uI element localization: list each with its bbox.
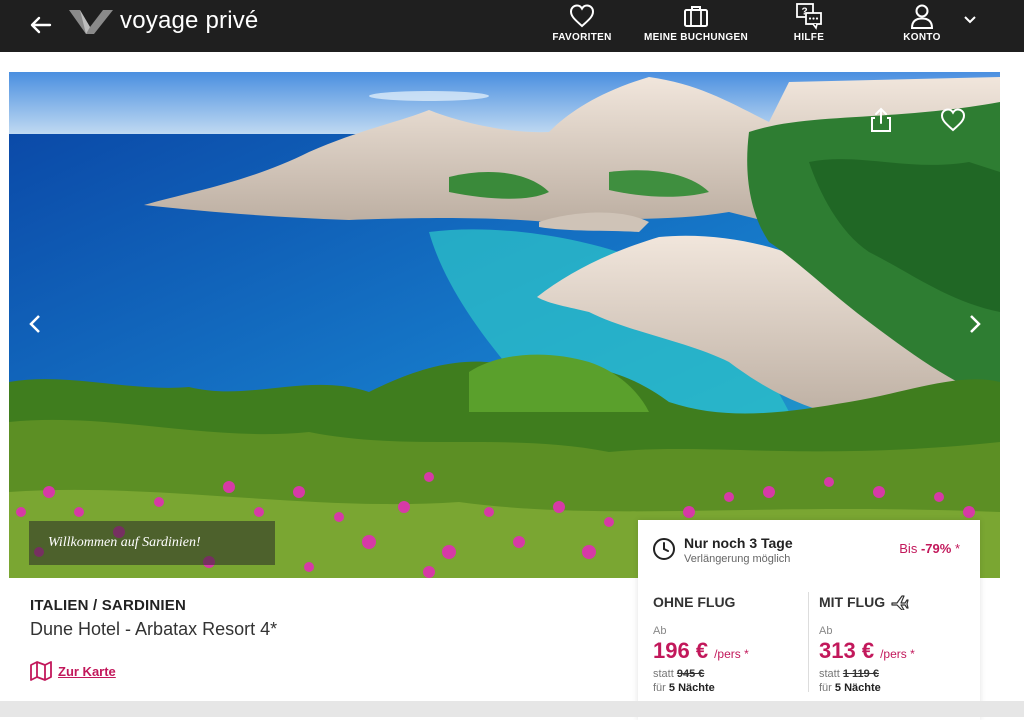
back-arrow-icon[interactable] — [28, 12, 54, 38]
price: 313 € — [819, 638, 875, 663]
for-label: für — [819, 682, 832, 694]
discount-suffix: * — [954, 541, 960, 556]
nights-count: 5 Nächte — [834, 682, 881, 694]
heart-icon — [940, 108, 966, 132]
nights-count: 5 Nächte — [668, 682, 715, 694]
chevron-down-icon[interactable] — [962, 12, 978, 28]
help-chat-icon: ? — [796, 3, 822, 30]
per-person: /pers * — [714, 647, 749, 661]
nav-konto[interactable]: KONTO — [894, 0, 950, 52]
map-link-label[interactable]: Zur Karte — [58, 664, 116, 679]
map-icon — [30, 661, 52, 681]
per-person: /pers * — [880, 647, 915, 661]
caption-text: Willkommen auf Sardinien! — [48, 535, 201, 550]
voyage-prive-logo[interactable]: voyage privé — [68, 7, 258, 35]
logo-text: voyage privé — [120, 7, 259, 34]
chevron-left-icon — [29, 315, 40, 333]
extension-note: Verlängerung möglich — [684, 553, 791, 565]
share-button[interactable] — [861, 100, 901, 140]
chevron-right-icon — [970, 315, 981, 333]
page-bottom-strip — [0, 701, 1024, 717]
option-with-flight[interactable]: MIT FLUG Ab 313 € /pers * statt 1 119 € … — [819, 594, 915, 694]
option-without-flight[interactable]: OHNE FLUG Ab 196 € /pers * statt 945 € f… — [653, 594, 749, 694]
discount-value: -79% — [920, 541, 952, 556]
top-navigation-bar: voyage privé FAVORITEN MEINE BUCHUNGEN ?… — [0, 0, 1024, 52]
original-price: statt 945 € — [653, 668, 749, 680]
option-title: MIT FLUG — [819, 594, 886, 610]
discount-prefix: Bis — [899, 541, 918, 556]
instead-price: 1 119 € — [842, 668, 879, 680]
nav-label: MEINE BUCHUNGEN — [644, 32, 748, 43]
nav-meine-buchungen[interactable]: MEINE BUCHUNGEN — [642, 0, 750, 52]
discount-badge: Bis -79% * — [899, 541, 960, 556]
user-icon — [910, 4, 934, 29]
column-divider — [808, 592, 809, 692]
map-link[interactable]: Zur Karte — [30, 661, 116, 681]
nav-favoriten[interactable]: FAVORITEN — [548, 0, 616, 52]
plane-icon — [891, 595, 909, 610]
from-label: Ab — [653, 625, 667, 637]
nav-label: HILFE — [793, 32, 825, 43]
for-label: für — [653, 682, 666, 694]
option-title-row: MIT FLUG — [819, 594, 915, 610]
carousel-next-button[interactable] — [955, 304, 995, 344]
nights-info: für 5 Nächte — [819, 682, 915, 694]
instead-price: 945 € — [676, 668, 705, 680]
share-icon — [871, 107, 891, 132]
option-title: OHNE FLUG — [653, 594, 736, 610]
nav-hilfe[interactable]: ? HILFE — [780, 0, 838, 52]
original-price: statt 1 119 € — [819, 668, 915, 680]
nav-label: KONTO — [903, 32, 941, 43]
heart-icon — [569, 4, 595, 28]
carousel-prev-button[interactable] — [15, 304, 55, 344]
hero-caption: Willkommen auf Sardinien! — [29, 521, 275, 565]
price: 196 € — [653, 638, 709, 663]
sardinia-coast-photo — [9, 72, 1000, 578]
nav-label: FAVORITEN — [552, 32, 612, 43]
price-card: Nur noch 3 Tage Verlängerung möglich Bis… — [638, 520, 980, 720]
logo-mark-icon — [69, 10, 113, 34]
suitcase-icon — [684, 6, 708, 27]
nights-info: für 5 Nächte — [653, 682, 749, 694]
hero-image-carousel[interactable]: Willkommen auf Sardinien! — [9, 72, 1000, 578]
instead-label: statt — [653, 668, 674, 680]
hotel-name: Dune Hotel - Arbatax Resort 4* — [30, 619, 278, 639]
days-left: Nur noch 3 Tage — [684, 535, 793, 551]
clock-icon — [653, 538, 675, 560]
offer-region: ITALIEN / SARDINIEN — [30, 597, 187, 614]
favorite-button[interactable] — [933, 100, 973, 140]
instead-label: statt — [819, 668, 840, 680]
from-label: Ab — [819, 625, 833, 637]
